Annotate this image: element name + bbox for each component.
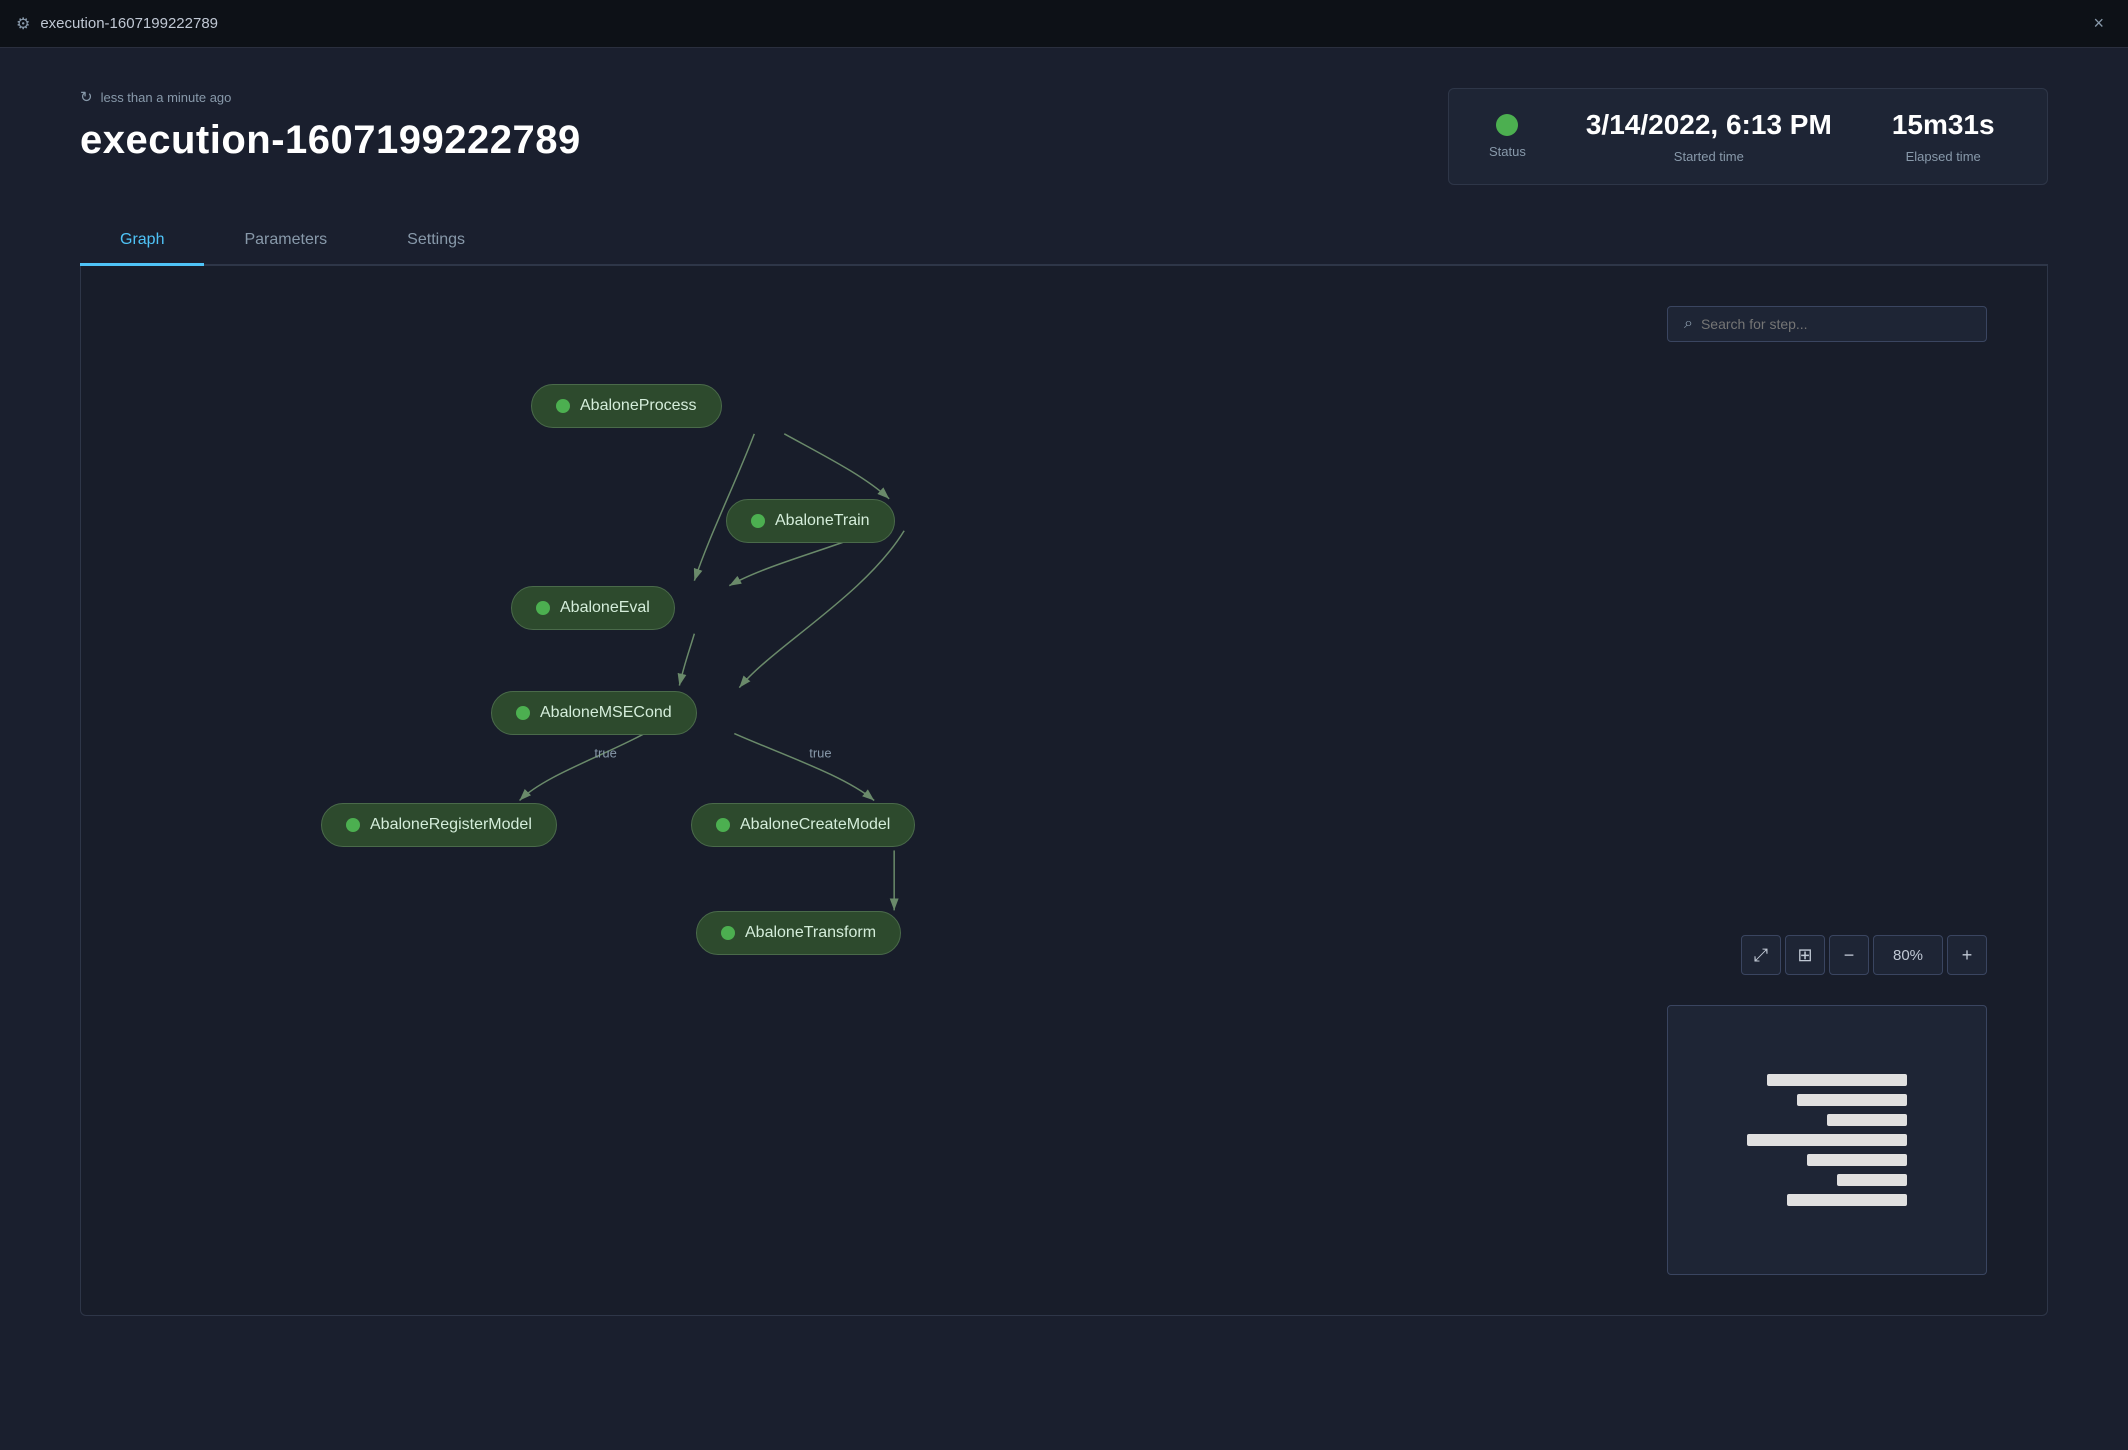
status-label: Status <box>1489 144 1526 159</box>
node-dot <box>751 514 765 528</box>
elapsed-time-value: 15m31s <box>1892 109 1995 141</box>
minimap-bar <box>1767 1074 1907 1086</box>
zoom-in-button[interactable]: + <box>1947 935 1987 975</box>
node-abalone-eval[interactable]: AbaloneEval <box>511 586 675 630</box>
node-dot <box>516 706 530 720</box>
search-icon: ⌕ <box>1684 315 1693 333</box>
node-dot <box>556 399 570 413</box>
node-abalone-create-model[interactable]: AbaloneCreateModel <box>691 803 915 847</box>
elapsed-time-label: Elapsed time <box>1906 149 1981 164</box>
header-row: ↻ less than a minute ago execution-16071… <box>80 88 2048 185</box>
status-item-status: Status <box>1489 114 1526 159</box>
zoom-out-button[interactable]: − <box>1829 935 1869 975</box>
node-dot <box>536 601 550 615</box>
title-section: ↻ less than a minute ago execution-16071… <box>80 88 581 163</box>
node-label: AbaloneMSECond <box>540 704 672 722</box>
node-abalone-transform[interactable]: AbaloneTransform <box>696 911 901 955</box>
node-dot <box>346 818 360 832</box>
close-button[interactable]: × <box>2085 9 2112 38</box>
title-bar: ⚙ execution-1607199222789 × <box>0 0 2128 48</box>
started-time-label: Started time <box>1674 149 1744 164</box>
refresh-label: less than a minute ago <box>101 90 232 105</box>
started-time-value: 3/14/2022, 6:13 PM <box>1586 109 1832 141</box>
node-abalone-train[interactable]: AbaloneTrain <box>726 499 895 543</box>
minimap <box>1667 1005 1987 1275</box>
minimap-bar <box>1787 1194 1907 1206</box>
tab-graph[interactable]: Graph <box>80 217 204 266</box>
title-bar-text: execution-1607199222789 <box>40 15 2085 32</box>
tab-settings[interactable]: Settings <box>367 217 505 264</box>
node-dot <box>721 926 735 940</box>
status-value <box>1496 114 1518 136</box>
svg-text:true: true <box>809 746 831 761</box>
zoom-controls: ⤢ ⊞ − 80% + <box>1741 935 1987 975</box>
svg-text:true: true <box>594 746 616 761</box>
node-abalone-msecond[interactable]: AbaloneMSECond <box>491 691 697 735</box>
search-input[interactable] <box>1701 316 1970 332</box>
minimap-bar <box>1797 1094 1907 1106</box>
minimap-bars <box>1747 1074 1907 1206</box>
node-label: AbaloneTransform <box>745 924 876 942</box>
status-dot-green <box>1496 114 1518 136</box>
page-title: execution-1607199222789 <box>80 118 581 163</box>
refresh-row: ↻ less than a minute ago <box>80 88 581 106</box>
minimap-bar <box>1837 1174 1907 1186</box>
toggle-view-button[interactable]: ⊞ <box>1785 935 1825 975</box>
tab-parameters[interactable]: Parameters <box>204 217 367 264</box>
minimap-bar <box>1747 1134 1907 1146</box>
tabs-row: Graph Parameters Settings <box>80 217 2048 266</box>
main-content: ↻ less than a minute ago execution-16071… <box>0 48 2128 1316</box>
node-label: AbaloneRegisterModel <box>370 816 532 834</box>
status-card: Status 3/14/2022, 6:13 PM Started time 1… <box>1448 88 2048 185</box>
node-dot <box>716 818 730 832</box>
node-label: AbaloneCreateModel <box>740 816 890 834</box>
refresh-icon[interactable]: ↻ <box>80 88 93 106</box>
fit-view-button[interactable]: ⤢ <box>1741 935 1781 975</box>
node-label: AbaloneTrain <box>775 512 870 530</box>
node-label: AbaloneProcess <box>580 397 697 415</box>
app-icon: ⚙ <box>16 14 30 34</box>
node-label: AbaloneEval <box>560 599 650 617</box>
node-abalone-process[interactable]: AbaloneProcess <box>531 384 722 428</box>
minimap-bar <box>1807 1154 1907 1166</box>
graph-area: ⌕ true true <box>80 266 2048 1316</box>
status-item-elapsed: 15m31s Elapsed time <box>1892 109 1995 164</box>
status-item-started: 3/14/2022, 6:13 PM Started time <box>1586 109 1832 164</box>
search-box: ⌕ <box>1667 306 1987 342</box>
minimap-bar <box>1827 1114 1907 1126</box>
node-abalone-register-model[interactable]: AbaloneRegisterModel <box>321 803 557 847</box>
zoom-level: 80% <box>1873 935 1943 975</box>
